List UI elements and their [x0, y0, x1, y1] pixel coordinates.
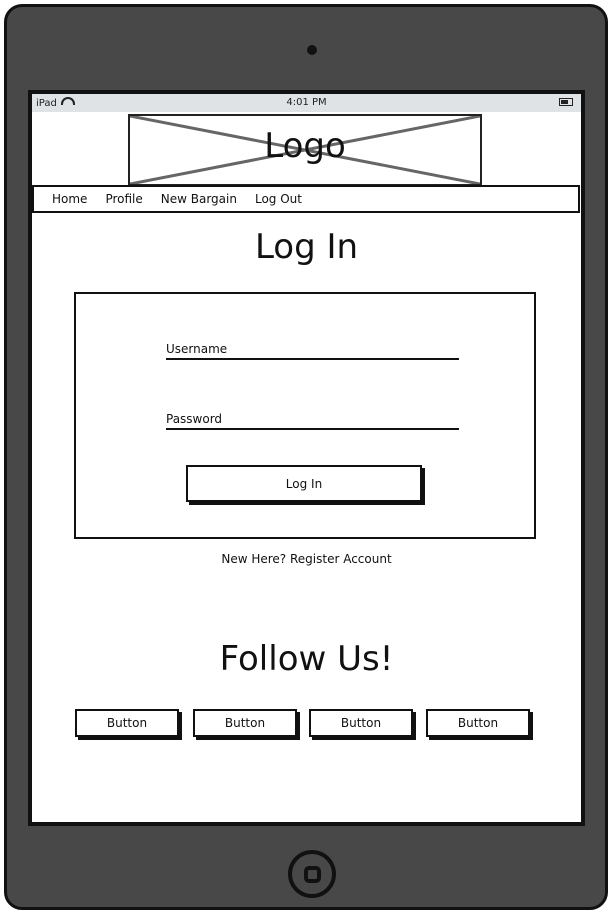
- social-button-3[interactable]: Button: [309, 709, 413, 737]
- social-button-2[interactable]: Button: [193, 709, 297, 737]
- nav-item-home[interactable]: Home: [52, 192, 87, 206]
- status-time: 4:01 PM: [286, 97, 327, 108]
- screen: iPad 4:01 PM Logo Home Profile New Barga…: [28, 90, 585, 826]
- logo-text: Logo: [264, 126, 346, 166]
- nav-item-new-bargain[interactable]: New Bargain: [161, 192, 237, 206]
- home-button[interactable]: [288, 850, 336, 898]
- home-button-square-icon: [304, 866, 321, 883]
- social-button-1[interactable]: Button: [75, 709, 179, 737]
- nav-item-log-out[interactable]: Log Out: [255, 192, 302, 206]
- logo-placeholder: Logo: [128, 114, 482, 186]
- login-button[interactable]: Log In: [186, 465, 422, 502]
- login-form: Username Password Log In: [74, 292, 536, 539]
- nav-item-profile[interactable]: Profile: [105, 192, 142, 206]
- social-button-4[interactable]: Button: [426, 709, 530, 737]
- nav-bar: Home Profile New Bargain Log Out: [32, 185, 580, 213]
- register-link[interactable]: New Here? Register Account: [32, 552, 581, 566]
- page-title: Log In: [254, 227, 359, 267]
- battery-icon: [559, 98, 573, 106]
- status-bar: iPad 4:01 PM: [32, 94, 581, 112]
- camera-dot: [307, 45, 317, 55]
- username-label: Username: [166, 342, 228, 356]
- password-label: Password: [166, 412, 223, 426]
- follow-title: Follow Us!: [219, 639, 394, 679]
- password-field[interactable]: Password: [166, 408, 459, 430]
- username-field[interactable]: Username: [166, 338, 459, 360]
